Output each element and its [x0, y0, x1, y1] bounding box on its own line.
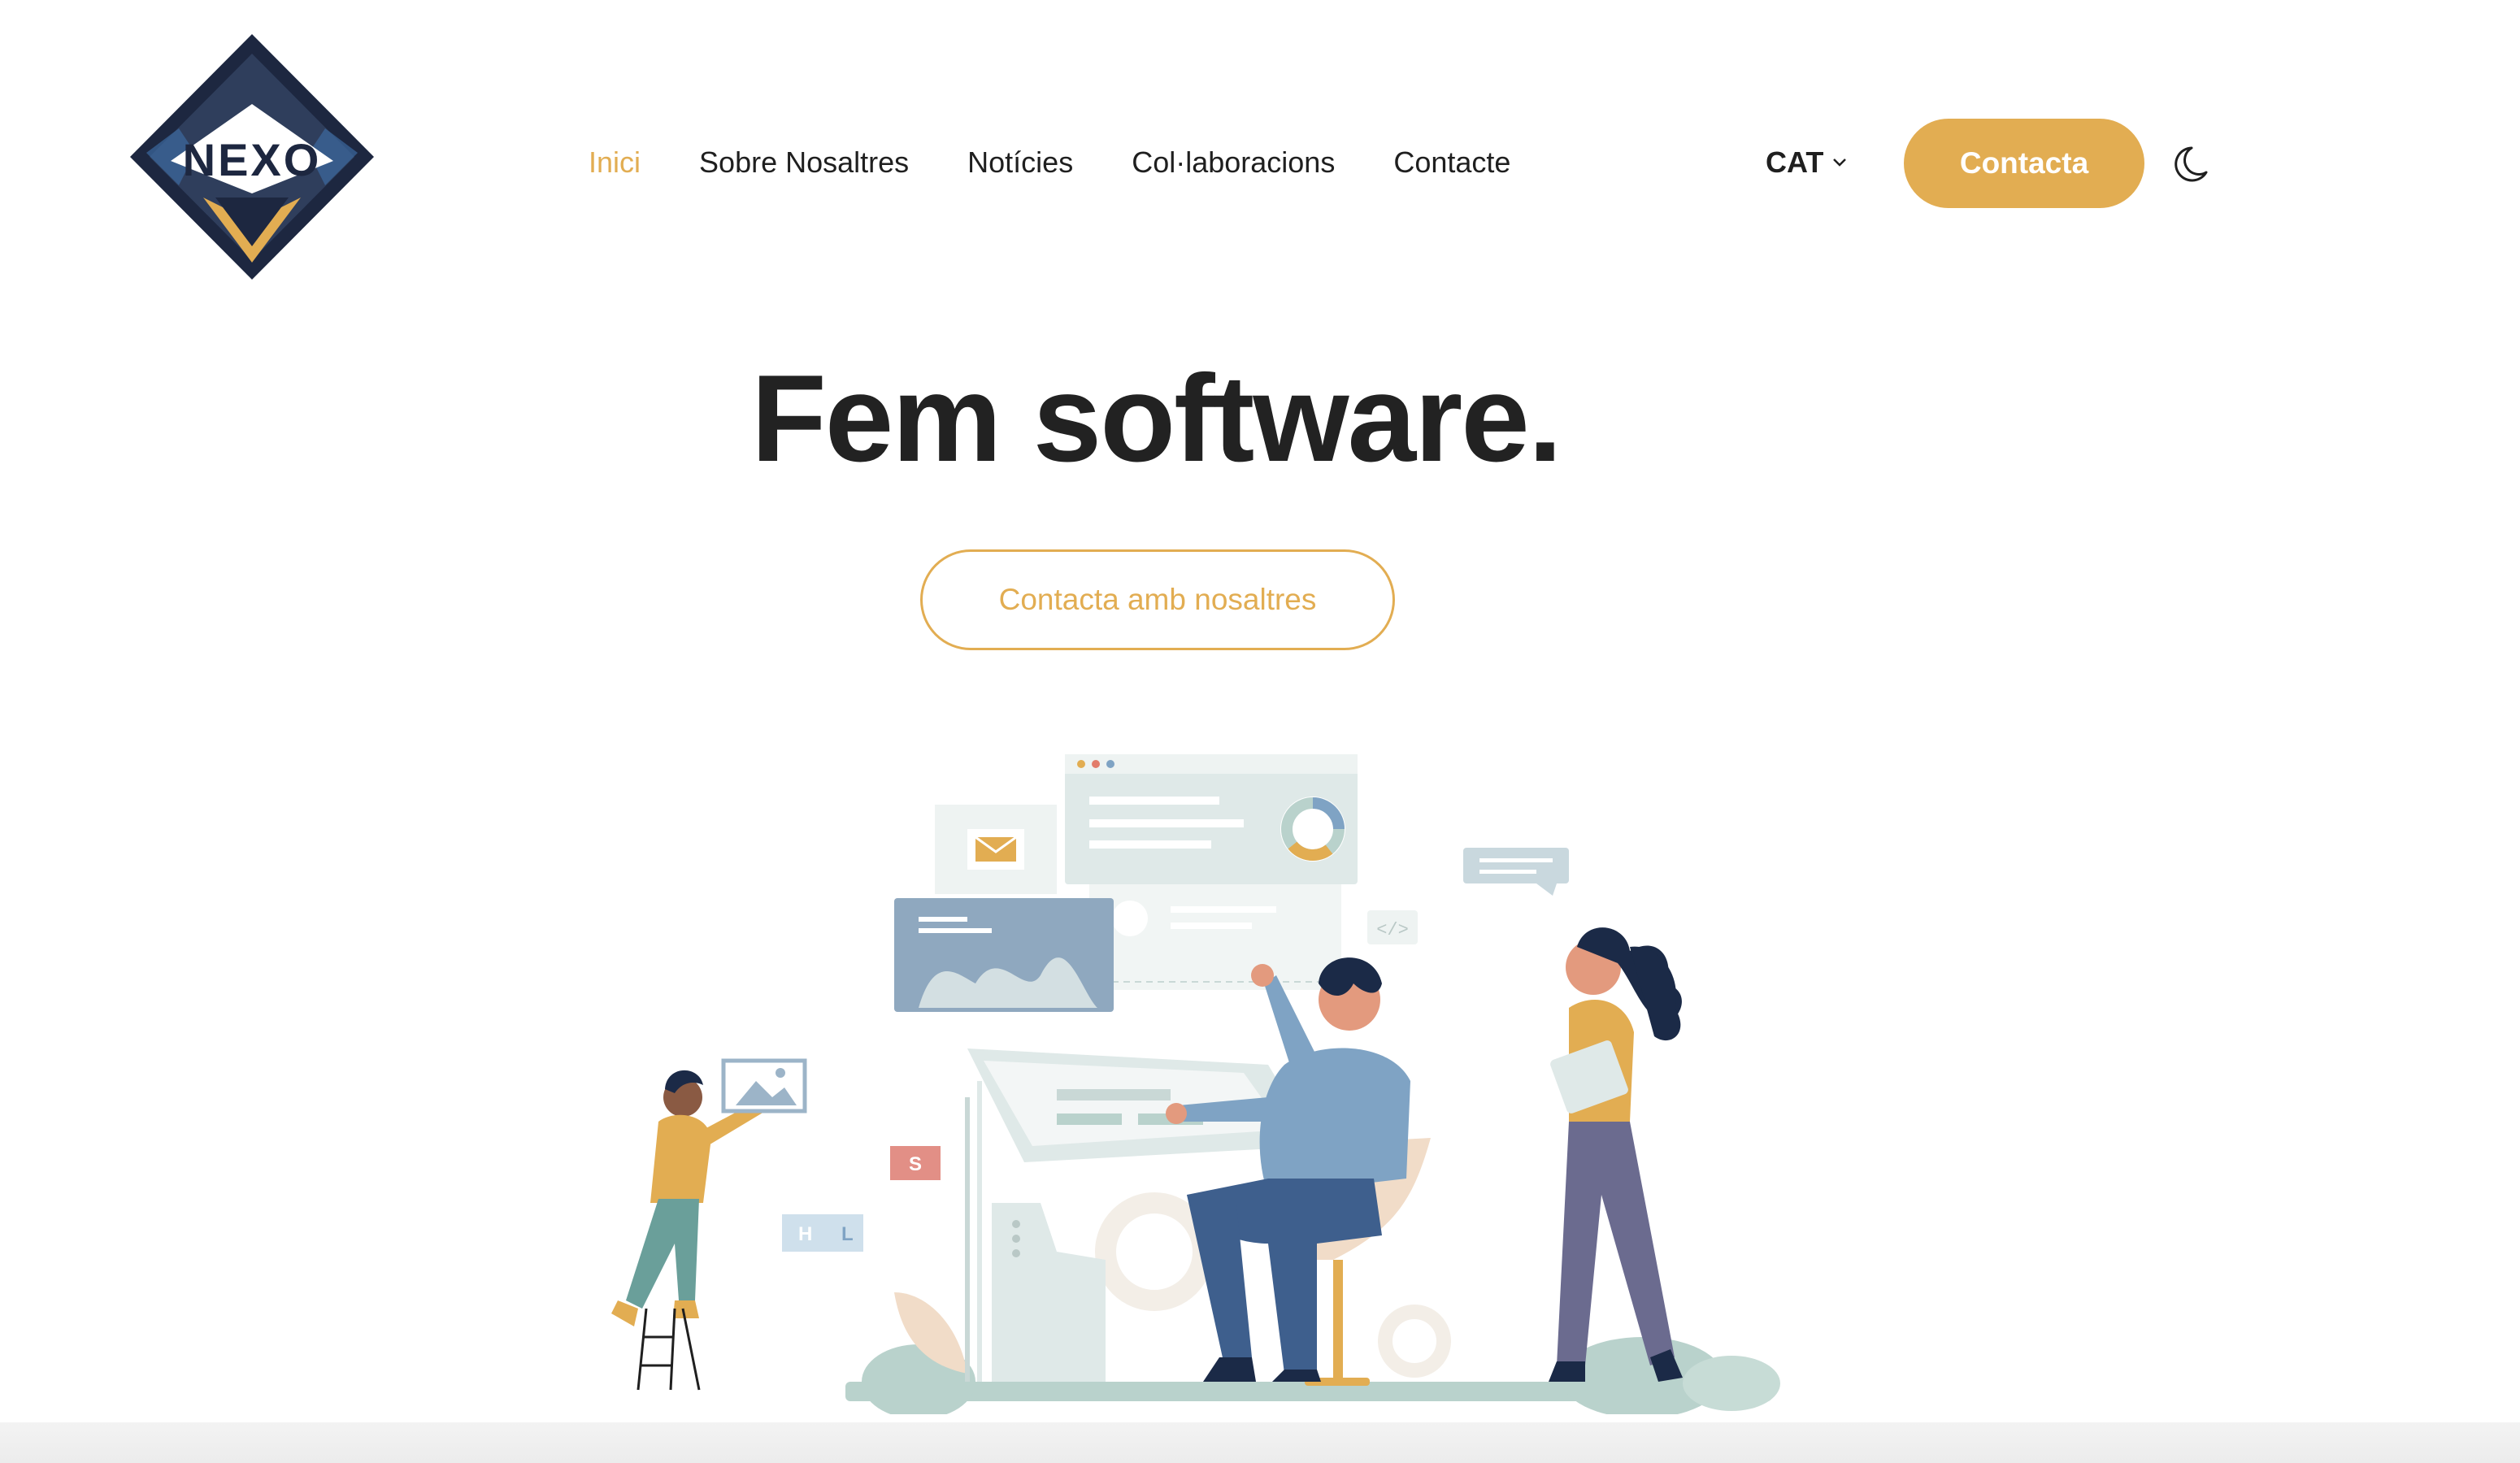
letter-l-tag: L [841, 1223, 854, 1245]
nav-item-col-laboracions[interactable]: Col·laboracions [1132, 140, 1335, 185]
main-nav: Inici Sobre Nosaltres Notícies Col·labor… [589, 140, 1510, 185]
chevron-down-icon [1833, 158, 1847, 167]
nav-item-contacte[interactable]: Contacte [1393, 140, 1510, 185]
contact-us-button[interactable]: Contacta amb nosaltres [920, 549, 1395, 650]
nexo-logo[interactable]: NEXO [122, 31, 382, 283]
contact-button[interactable]: Contacta [1904, 119, 2144, 208]
nav-item-sobre-nosaltres[interactable]: Sobre Nosaltres [699, 140, 909, 185]
language-selector[interactable]: CAT [1766, 140, 1848, 185]
footer-strip [0, 1422, 2520, 1463]
nav-item-noticies[interactable]: Notícies [967, 140, 1073, 185]
hero-illustration: </> S H L [537, 740, 1788, 1414]
hero-title: Fem software. [750, 349, 1562, 488]
letter-h-tag: H [798, 1223, 812, 1245]
moon-icon [2175, 146, 2208, 182]
language-label: CAT [1766, 145, 1824, 179]
code-tag: </> [1376, 920, 1409, 940]
page: NEXO Inici Sobre Nosaltres Notícies Col·… [0, 0, 2520, 1463]
nav-item-inici[interactable]: Inici [589, 140, 641, 185]
theme-toggle-button[interactable] [2174, 143, 2211, 185]
letter-s-tag: S [909, 1153, 922, 1175]
logo-wordmark: NEXO [183, 134, 322, 185]
